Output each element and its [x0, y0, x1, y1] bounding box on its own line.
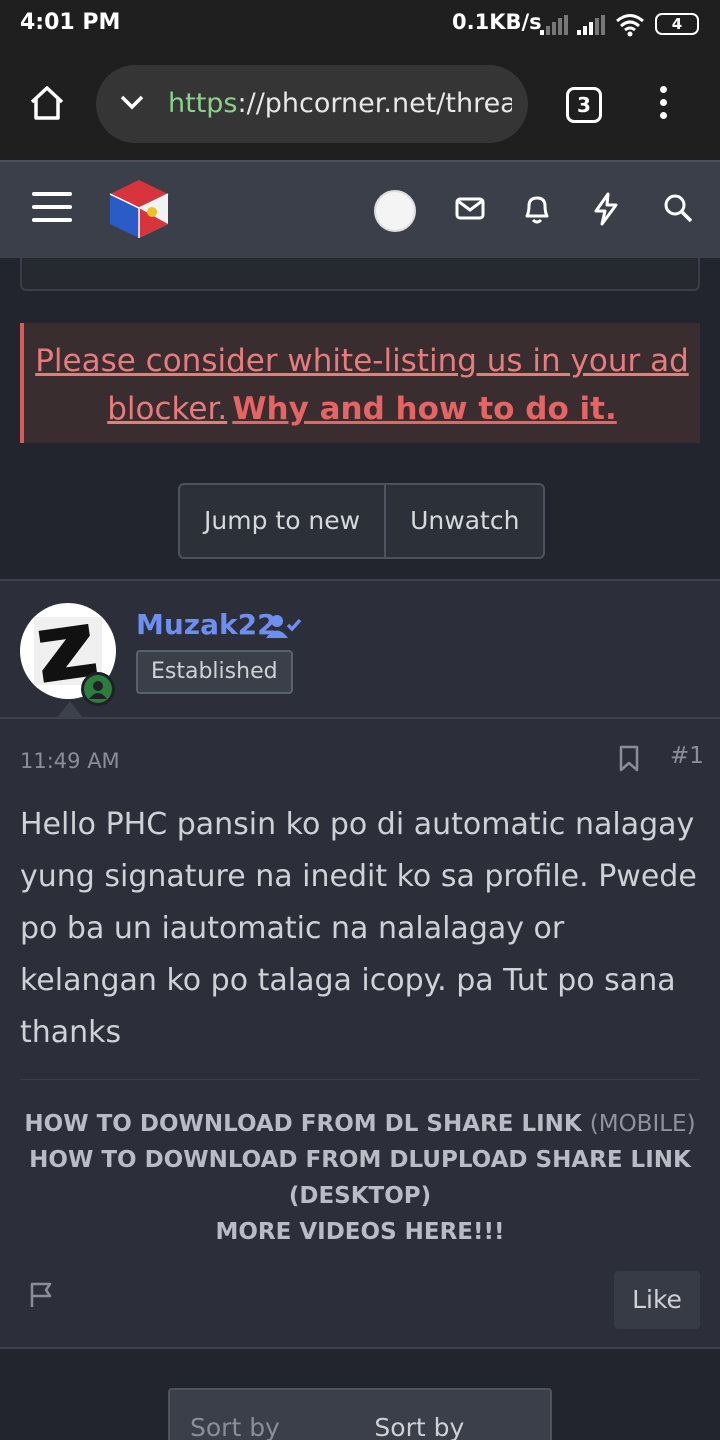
report-flag-icon[interactable]	[28, 1281, 56, 1309]
adblock-notice: Please consider white-listing us in your…	[20, 323, 700, 443]
tab-switcher-button[interactable]: 3	[566, 87, 602, 123]
like-button[interactable]: Like	[614, 1271, 700, 1329]
signature-link-videos[interactable]: MORE VIDEOS HERE!!!	[20, 1214, 700, 1250]
previous-block	[20, 258, 700, 291]
sort-tabs: Sort by date Sort by votes	[168, 1388, 552, 1440]
online-status-badge	[81, 672, 115, 706]
url-text[interactable]: https://phcorner.net/threads	[168, 88, 512, 119]
post-time[interactable]: 11:49 AM	[20, 749, 120, 773]
jump-to-new-button[interactable]: Jump to new	[180, 485, 384, 557]
lightning-icon[interactable]	[590, 192, 622, 226]
signature-link-mobile[interactable]: HOW TO DOWNLOAD FROM DL SHARE LINK	[24, 1111, 581, 1137]
thread-actions: Jump to new Unwatch	[178, 483, 546, 559]
overflow-menu-icon[interactable]	[660, 86, 668, 125]
site-header	[0, 160, 720, 258]
hamburger-menu-icon[interactable]	[32, 192, 72, 231]
user-icon	[89, 681, 107, 699]
user-avatar[interactable]	[374, 190, 416, 232]
why-how-link[interactable]: Why and how to do it.	[232, 391, 616, 427]
author-pointer	[56, 701, 84, 719]
site-logo[interactable]	[106, 176, 172, 242]
mail-icon[interactable]	[454, 192, 486, 224]
battery-icon: 4	[655, 13, 699, 35]
bookmark-icon[interactable]	[618, 745, 640, 773]
signature-divider	[20, 1079, 700, 1080]
sort-by-date-tab[interactable]: Sort by date	[170, 1390, 354, 1440]
address-bar[interactable]: https://phcorner.net/threads	[96, 65, 528, 143]
signature: HOW TO DOWNLOAD FROM DL SHARE LINK (MOBI…	[20, 1106, 700, 1250]
post: Muzak22 Established 11:49 AM #1 Hello PH…	[0, 579, 720, 1349]
search-icon[interactable]	[662, 192, 694, 224]
post-body: Hello PHC pansin ko po di automatic nala…	[20, 807, 697, 1050]
post-author-row: Muzak22 Established	[0, 581, 720, 719]
unwatch-button[interactable]: Unwatch	[384, 485, 543, 557]
bell-icon[interactable]	[521, 192, 553, 226]
signal-icon	[540, 15, 568, 35]
author-username[interactable]: Muzak22	[136, 608, 277, 641]
verified-user-icon	[266, 615, 302, 638]
signature-mobile-suffix: (MOBILE)	[589, 1111, 696, 1137]
signal-icon-2	[577, 15, 605, 35]
status-bar: 4:01 PM 0.1KB/s 4	[0, 0, 720, 50]
chevron-down-icon[interactable]	[118, 91, 146, 113]
browser-toolbar: https://phcorner.net/threads 3	[0, 50, 720, 160]
network-speed: 0.1KB/s	[452, 10, 542, 34]
wifi-icon	[616, 14, 644, 37]
home-icon[interactable]	[28, 84, 66, 122]
post-number[interactable]: #1	[670, 743, 704, 769]
sort-by-votes-tab[interactable]: Sort by votes	[354, 1390, 550, 1440]
signature-link-desktop[interactable]: HOW TO DOWNLOAD FROM DLUPLOAD SHARE LINK…	[20, 1142, 700, 1214]
user-rank-badge: Established	[136, 650, 293, 694]
status-time: 4:01 PM	[20, 10, 121, 35]
